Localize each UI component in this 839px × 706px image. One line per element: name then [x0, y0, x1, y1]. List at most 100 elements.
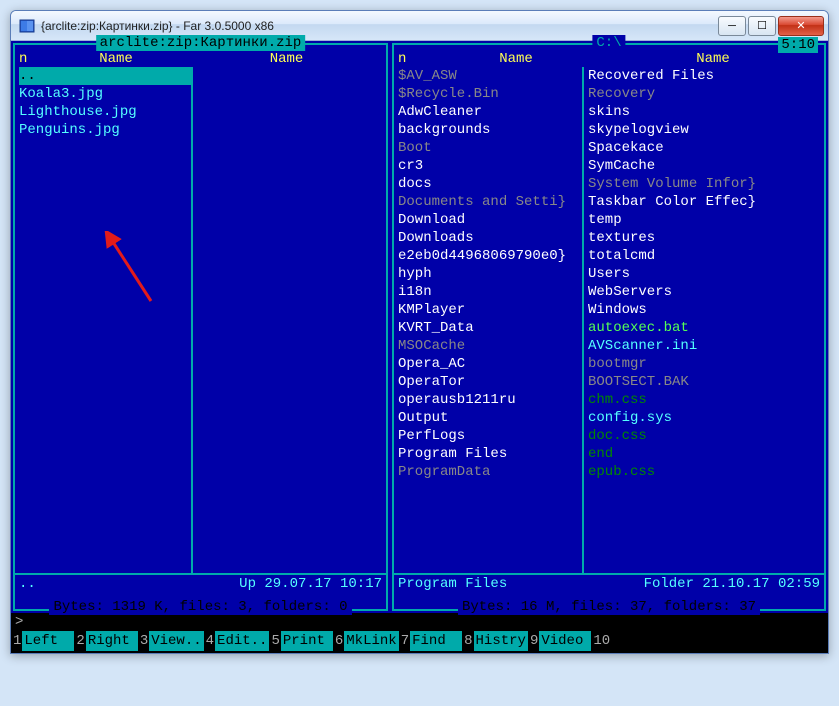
col-name2[interactable]: Name [191, 51, 382, 67]
right-panel[interactable]: C:\ 5:10 n Name Name $AV_ASW$Recycle.Bin… [392, 43, 826, 611]
left-status: Bytes: 1319 K, files: 3, folders: 0 [49, 599, 351, 615]
file-item[interactable]: Koala3.jpg [19, 85, 191, 103]
file-item[interactable]: BOOTSECT.BAK [588, 373, 820, 391]
file-item[interactable]: Users [588, 265, 820, 283]
file-item[interactable]: Penguins.jpg [19, 121, 191, 139]
fn-num: 4 [204, 631, 215, 651]
col-name[interactable]: Name [41, 51, 191, 67]
file-item[interactable]: $AV_ASW [398, 67, 582, 85]
left-panel[interactable]: arclite:zip:Картинки.zip n Name Name ..K… [13, 43, 388, 611]
file-item[interactable]: Windows [588, 301, 820, 319]
col-n[interactable]: n [398, 51, 426, 67]
file-item[interactable]: $Recycle.Bin [398, 85, 582, 103]
file-item[interactable]: Lighthouse.jpg [19, 103, 191, 121]
file-item[interactable]: doc.css [588, 427, 820, 445]
right-panel-footer: Program Files Folder 21.10.17 02:59 [394, 573, 824, 593]
fn-num: 5 [269, 631, 280, 651]
file-item[interactable]: Opera_AC [398, 355, 582, 373]
file-item[interactable]: KMPlayer [398, 301, 582, 319]
fn-key-2[interactable]: 2Right [74, 631, 137, 651]
file-item[interactable]: config.sys [588, 409, 820, 427]
terminal: arclite:zip:Картинки.zip n Name Name ..K… [11, 41, 828, 653]
file-item[interactable]: AVScanner.ini [588, 337, 820, 355]
file-item[interactable]: bootmgr [588, 355, 820, 373]
file-item[interactable]: Downloads [398, 229, 582, 247]
fn-key-3[interactable]: 3View.. [138, 631, 204, 651]
file-column: $AV_ASW$Recycle.BinAdwCleanerbackgrounds… [398, 67, 584, 573]
fn-key-9[interactable]: 9Video [528, 631, 591, 651]
file-item[interactable]: epub.css [588, 463, 820, 481]
maximize-button[interactable]: ☐ [748, 16, 776, 36]
file-column: ..Koala3.jpgLighthouse.jpgPenguins.jpg [19, 67, 193, 573]
file-item[interactable]: MSOCache [398, 337, 582, 355]
file-item[interactable]: Spacekace [588, 139, 820, 157]
left-panel-header: n Name Name [15, 49, 386, 67]
file-item[interactable]: KVRT_Data [398, 319, 582, 337]
right-status: Bytes: 16 M, files: 37, folders: 37 [458, 599, 760, 615]
fn-num: 8 [462, 631, 473, 651]
file-item[interactable]: Output [398, 409, 582, 427]
file-item[interactable]: skypelogview [588, 121, 820, 139]
fn-num: 1 [11, 631, 22, 651]
col-n[interactable]: n [19, 51, 41, 67]
fn-key-8[interactable]: 8Histry [462, 631, 528, 651]
command-line[interactable]: > [11, 613, 828, 631]
fn-label: Left [22, 631, 74, 651]
right-panel-title: C:\ [592, 35, 625, 51]
function-key-bar: 1Left 2Right 3View..4Edit..5Print 6MkLin… [11, 631, 828, 653]
file-item[interactable]: operausb1211ru [398, 391, 582, 409]
file-item[interactable]: AdwCleaner [398, 103, 582, 121]
file-item[interactable]: Boot [398, 139, 582, 157]
clock: 5:10 [778, 37, 818, 53]
prompt: > [15, 614, 23, 630]
col-name2[interactable]: Name [606, 51, 820, 67]
file-item[interactable]: cr3 [398, 157, 582, 175]
file-item[interactable]: end [588, 445, 820, 463]
file-item[interactable]: System Volume Infor} [588, 175, 820, 193]
file-item[interactable]: textures [588, 229, 820, 247]
file-item[interactable]: Documents and Setti} [398, 193, 582, 211]
fn-key-10[interactable]: 10 [591, 631, 663, 651]
file-item[interactable]: Program Files [398, 445, 582, 463]
file-item[interactable]: hyph [398, 265, 582, 283]
file-item[interactable]: Download [398, 211, 582, 229]
fn-key-7[interactable]: 7Find [399, 631, 462, 651]
fn-num: 6 [333, 631, 344, 651]
file-item[interactable]: WebServers [588, 283, 820, 301]
fn-label: Video [539, 631, 591, 651]
fn-key-1[interactable]: 1Left [11, 631, 74, 651]
file-item[interactable]: totalcmd [588, 247, 820, 265]
fn-num: 2 [74, 631, 85, 651]
col-name[interactable]: Name [426, 51, 606, 67]
file-item[interactable]: Recovery [588, 85, 820, 103]
fn-key-4[interactable]: 4Edit.. [204, 631, 270, 651]
file-item[interactable]: SymCache [588, 157, 820, 175]
file-column: Recovered FilesRecoveryskinsskypelogview… [588, 67, 820, 573]
fn-key-6[interactable]: 6MkLink [333, 631, 399, 651]
file-item[interactable]: i18n [398, 283, 582, 301]
file-item[interactable]: chm.css [588, 391, 820, 409]
file-item[interactable]: Taskbar Color Effec} [588, 193, 820, 211]
file-item[interactable]: .. [19, 67, 191, 85]
fn-key-5[interactable]: 5Print [269, 631, 332, 651]
file-item[interactable]: skins [588, 103, 820, 121]
fn-label: View.. [149, 631, 203, 651]
right-panel-header: n Name Name [394, 49, 824, 67]
fn-label: Edit.. [215, 631, 269, 651]
fn-label: Print [281, 631, 333, 651]
file-item[interactable]: PerfLogs [398, 427, 582, 445]
app-icon [19, 18, 35, 34]
file-item[interactable]: backgrounds [398, 121, 582, 139]
file-item[interactable]: e2eb0d44968069790e0} [398, 247, 582, 265]
panels: arclite:zip:Картинки.zip n Name Name ..K… [11, 41, 828, 613]
minimize-button[interactable]: ─ [718, 16, 746, 36]
fn-num: 9 [528, 631, 539, 651]
file-item[interactable]: docs [398, 175, 582, 193]
file-item[interactable]: Recovered Files [588, 67, 820, 85]
file-item[interactable]: OperaTor [398, 373, 582, 391]
file-item[interactable]: ProgramData [398, 463, 582, 481]
file-item[interactable]: temp [588, 211, 820, 229]
fn-label: MkLink [344, 631, 398, 651]
file-item[interactable]: autoexec.bat [588, 319, 820, 337]
close-button[interactable]: ✕ [778, 16, 824, 36]
